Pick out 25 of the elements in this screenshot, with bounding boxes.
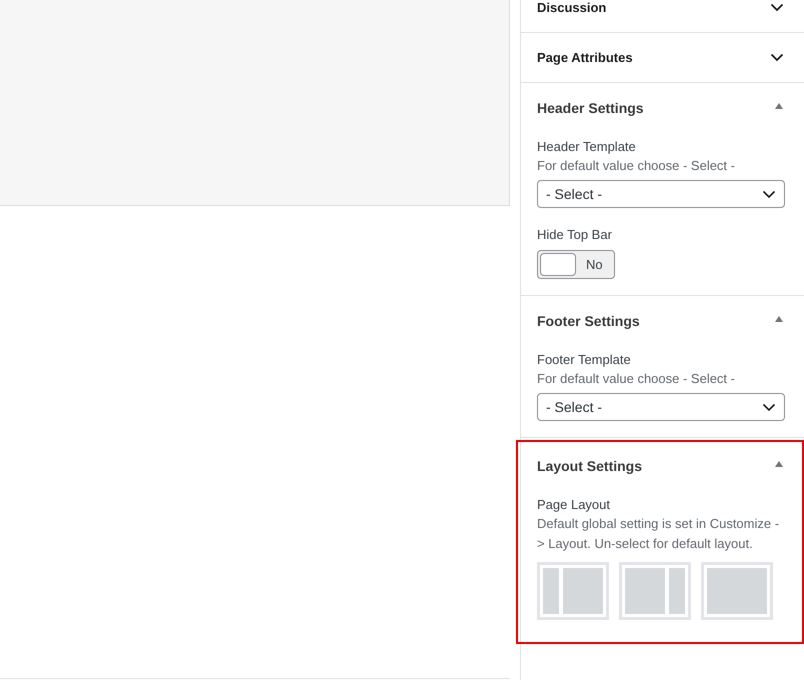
toggle-switch[interactable]: No	[537, 250, 615, 279]
chevron-down-icon	[762, 190, 776, 198]
field-label: Header Template	[537, 138, 636, 156]
panel-toggle[interactable]: Footer Settings	[521, 296, 804, 345]
full-width-layout-option[interactable]	[701, 562, 773, 620]
chevron-down-icon	[762, 402, 776, 412]
collapse-triangle-icon	[774, 314, 784, 322]
collapse-triangle-icon	[774, 102, 784, 110]
right-sidebar-layout-option[interactable]	[619, 562, 691, 620]
help-text: For default value choose - Select -	[537, 370, 735, 388]
field-label: Footer Template	[537, 351, 631, 369]
field-label: Hide Top Bar	[537, 226, 612, 244]
left-sidebar-layout-option[interactable]	[537, 562, 609, 620]
chevron-down-icon	[770, 53, 784, 62]
panel-toggle[interactable]: Layout Settings	[521, 441, 804, 490]
field-label: Page Layout	[537, 496, 610, 514]
panel-toggle[interactable]: Discussion	[521, 0, 804, 32]
template-select[interactable]: - Select -	[537, 180, 785, 208]
panel-toggle[interactable]: Page Attributes	[521, 33, 804, 82]
collapse-triangle-icon	[774, 460, 784, 468]
panel-toggle[interactable]: Header Settings	[521, 83, 804, 132]
help-text: For default value choose - Select -	[537, 157, 735, 175]
chevron-down-icon	[770, 3, 784, 12]
template-select[interactable]: - Select -	[537, 393, 785, 421]
help-text: Default global setting is set in Customize -> Layout. Un-select for default layout.	[537, 515, 780, 553]
